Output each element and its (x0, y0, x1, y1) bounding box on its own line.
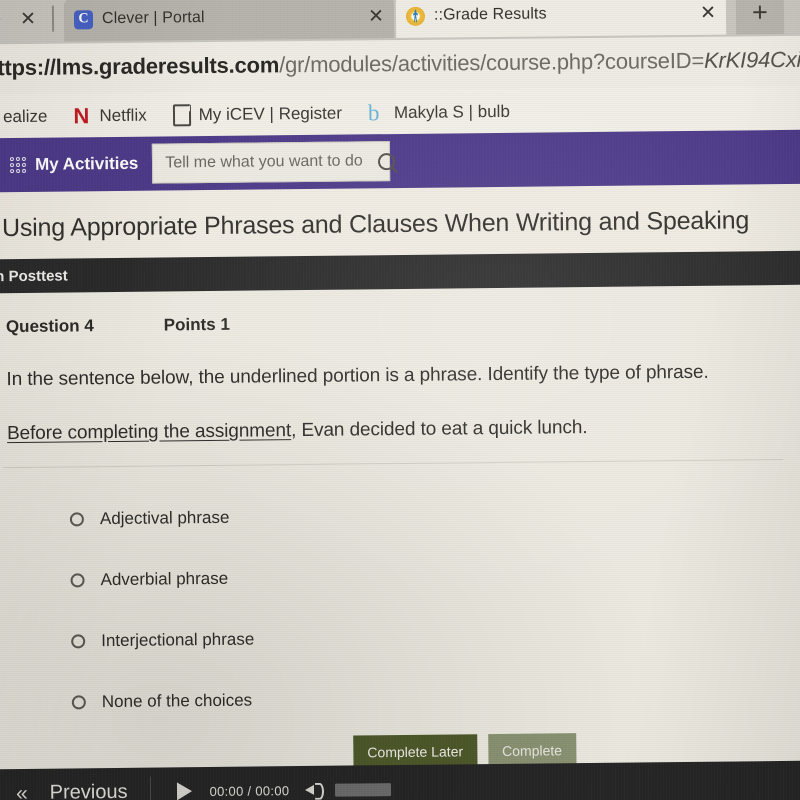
speaker-cone (305, 784, 315, 795)
document-icon (172, 104, 191, 127)
search-input[interactable] (163, 151, 375, 174)
bookmark-netflix[interactable]: N Netflix (60, 103, 159, 129)
answer-choice-adverbial[interactable]: Adverbial phrase (70, 548, 254, 611)
answer-choice-label: Interjectional phrase (101, 629, 255, 650)
question-sentence: Before completing the assignment, Evan d… (7, 417, 588, 445)
tab-close-icon[interactable]: ✕ (354, 6, 384, 27)
url-host: https://lms.graderesults.com (0, 52, 280, 81)
tab-title: Clever | Portal (101, 9, 205, 28)
question-prompt: In the sentence below, the underlined po… (6, 361, 709, 391)
answer-choice-label: Adjectival phrase (99, 507, 230, 528)
bookmark-realize[interactable]: ealize (0, 107, 61, 128)
grade-results-favicon-icon (405, 6, 426, 26)
bookmark-label: Makyla S | bulb (393, 101, 510, 123)
url-query-value: KrKI94Cxi (703, 46, 800, 73)
url-path: /gr/modules/activities/course.php?course… (279, 47, 705, 78)
tab-stub-label: 4 (0, 10, 1, 24)
player-time-current: 00:00 (209, 783, 244, 799)
grid-icon (9, 156, 27, 174)
question-sentence-rest: , Evan decided to eat a quick lunch. (290, 417, 588, 442)
tab-divider (51, 5, 55, 32)
question-header: Question 4 Points 1 (6, 315, 230, 337)
tab-clever-portal[interactable]: C Clever | Portal ✕ (63, 0, 395, 42)
radio-button[interactable] (71, 694, 86, 709)
radio-button[interactable] (69, 511, 84, 526)
tab-grade-results[interactable]: ::Grade Results ✕ (395, 0, 727, 39)
speaker-wave (315, 782, 325, 800)
previous-label: Previous (49, 780, 128, 800)
question-sentence-underlined: Before completing the assignment (6, 420, 292, 445)
player-time-total: 00:00 (255, 782, 290, 799)
player-time: 00:00 / 00:00 (209, 783, 289, 799)
question-number: Question 4 (5, 316, 94, 337)
my-activities-button[interactable]: My Activities (9, 153, 139, 175)
my-activities-label: My Activities (34, 153, 139, 174)
divider (3, 458, 784, 469)
page-title: Using Appropriate Phrases and Clauses Wh… (1, 205, 750, 242)
answer-choices: Adjectival phrase Adverbial phrase Inter… (69, 487, 256, 733)
previous-button[interactable]: « Previous (16, 780, 128, 800)
chevron-left-double-icon: « (15, 781, 28, 800)
answer-choice-adjectival[interactable]: Adjectival phrase (69, 487, 254, 550)
search-icon[interactable] (378, 152, 396, 170)
speaker-icon[interactable] (305, 782, 325, 800)
question-points: Points 1 (163, 314, 230, 335)
answer-choice-none[interactable]: None of the choices (71, 670, 256, 733)
quiz-body: Question 4 Points 1 In the sentence belo… (0, 280, 800, 770)
bookmark-label: Netflix (99, 105, 147, 126)
clever-favicon-icon: C (73, 9, 94, 29)
answer-choice-label: None of the choices (101, 690, 253, 711)
url-text: https://lms.graderesults.com/gr/modules/… (0, 47, 800, 82)
screenshot-root: 4 ✕ C Clever | Portal ✕ ::Grade Results … (0, 0, 800, 800)
tab-stub-close-icon[interactable]: ✕ (20, 8, 36, 31)
bookmark-my-icev[interactable]: My iCEV | Register (160, 102, 356, 127)
answer-choice-interjectional[interactable]: Interjectional phrase (71, 609, 255, 672)
radio-button[interactable] (70, 572, 85, 587)
search-box[interactable] (152, 141, 396, 184)
bulb-icon: b (367, 100, 380, 126)
volume-slider[interactable] (335, 782, 392, 797)
answer-choice-label: Adverbial phrase (100, 568, 229, 589)
app-toolbar: My Activities (0, 129, 800, 193)
netflix-icon: N (73, 103, 87, 129)
tab-close-icon[interactable]: ✕ (686, 2, 716, 23)
player-time-separator: / (247, 783, 252, 799)
new-tab-button[interactable]: + (735, 0, 785, 35)
player-divider (149, 776, 151, 800)
tab-title: ::Grade Results (433, 5, 547, 24)
module-bar-label: on Posttest (0, 266, 68, 285)
radio-button[interactable] (71, 633, 86, 648)
bookmark-label: My iCEV | Register (198, 103, 343, 125)
bookmark-makyla-bulb[interactable]: b Makyla S | bulb (355, 100, 523, 126)
bookmark-label: ealize (2, 106, 48, 127)
play-icon[interactable] (176, 782, 192, 800)
